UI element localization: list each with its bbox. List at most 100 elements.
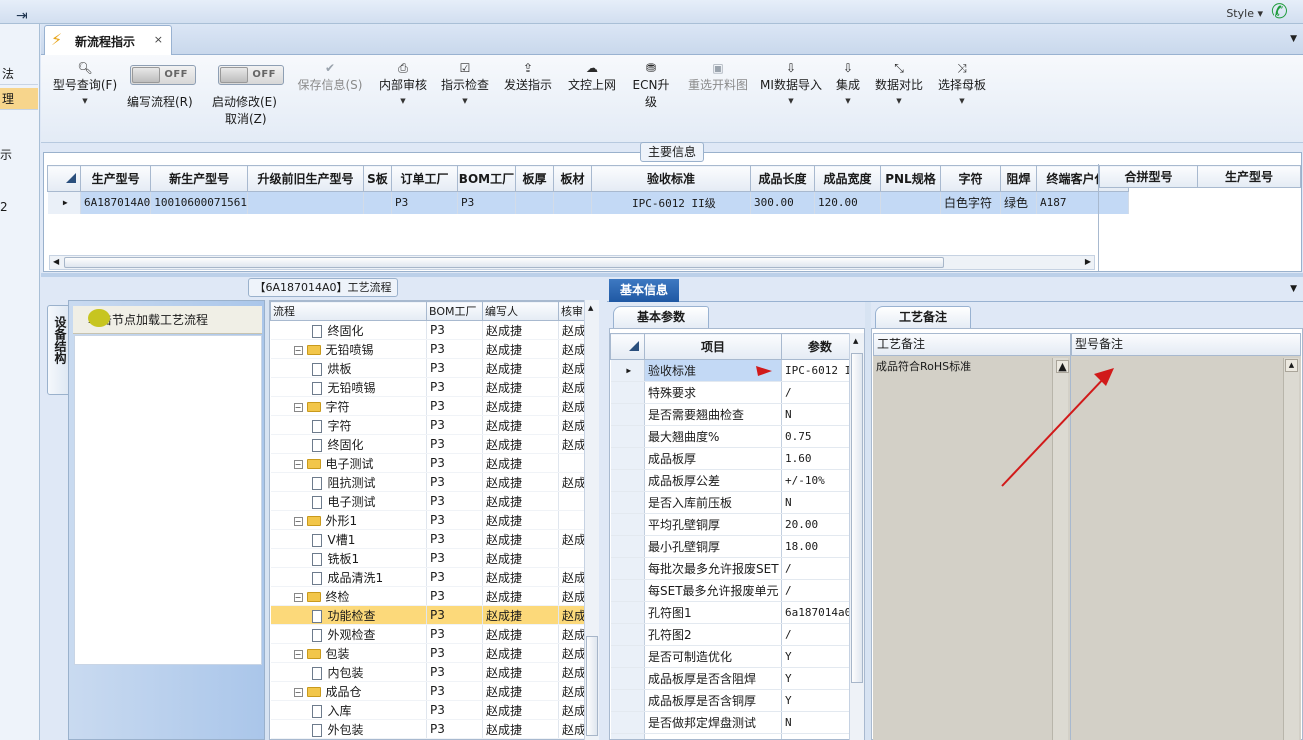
table-cell[interactable]: P3 [426, 510, 483, 530]
col-header[interactable]: 流程 [270, 301, 427, 321]
param-value[interactable]: Y [781, 645, 859, 668]
collapse-icon[interactable]: − [293, 402, 303, 412]
select-master-button[interactable]: ⤨ 选择母板 ▼ [935, 60, 989, 105]
tree-node[interactable]: 铣板1 [270, 548, 427, 568]
tree-node[interactable]: − 外形1 [270, 510, 427, 530]
tab-new-flow-instruction[interactable]: ⚡ 新流程指示 × [44, 25, 172, 55]
col-header[interactable]: 阻焊 [999, 165, 1037, 192]
send-instruction-button[interactable]: ⇪ 发送指示 [501, 60, 555, 93]
table-cell[interactable]: P3 [426, 567, 483, 587]
tree-row[interactable]: − 成品仓 P3 赵成捷 赵成 [270, 681, 589, 701]
tree-row[interactable]: 电子测试 P3 赵成捷 [270, 491, 589, 511]
tree-node[interactable]: − 终检 [270, 586, 427, 606]
table-cell[interactable]: 赵成捷 [482, 339, 559, 359]
table-cell[interactable]: 赵成捷 [482, 434, 559, 454]
arrow-up-icon[interactable]: ▲ [853, 337, 858, 345]
param-value[interactable] [781, 733, 859, 739]
table-cell[interactable]: 赵成捷 [482, 491, 559, 511]
param-row[interactable]: 孔符图1 6a187014a0_ [610, 601, 859, 624]
table-cell[interactable] [247, 191, 364, 214]
param-value[interactable]: N [781, 491, 859, 514]
table-cell[interactable]: P3 [426, 434, 483, 454]
grid-corner[interactable] [610, 333, 645, 360]
tree-row[interactable]: 外观检查 P3 赵成捷 赵成 [270, 624, 589, 644]
tree-node[interactable]: 成品清洗1 [270, 567, 427, 587]
table-cell[interactable]: 赵成捷 [482, 605, 559, 625]
table-cell[interactable]: P3 [426, 700, 483, 720]
left-nav-item[interactable]: 2 [0, 200, 8, 214]
param-name[interactable]: 孔符图2 [644, 623, 782, 646]
param-value[interactable]: 1.60 [781, 447, 859, 470]
table-cell[interactable]: P3 [426, 415, 483, 435]
param-name[interactable]: 是否入库前压板 [644, 491, 782, 514]
table-cell[interactable]: 赵成捷 [482, 377, 559, 397]
tab-basic-params[interactable]: 基本参数 [613, 306, 709, 328]
grid-corner[interactable] [47, 165, 81, 192]
tab-process-remarks[interactable]: 工艺备注 [875, 306, 971, 328]
tab-basic-info[interactable]: 基本信息 [609, 279, 679, 302]
table-cell[interactable] [553, 191, 592, 214]
left-nav-item[interactable]: 法 [0, 63, 38, 85]
param-name[interactable]: 成品板厚 [644, 447, 782, 470]
table-cell[interactable]: P3 [426, 358, 483, 378]
col-header[interactable]: 板厚 [514, 165, 554, 192]
reselect-cut-button[interactable]: ▣ 重选开料图 [685, 60, 751, 93]
col-header[interactable]: PNL规格 [879, 165, 941, 192]
param-value[interactable]: / [781, 623, 859, 646]
param-row[interactable]: 成品板厚是否含铜厚 Y [610, 689, 859, 712]
tree-row[interactable]: 功能检查 P3 赵成捷 赵成 [270, 605, 589, 625]
param-name[interactable]: 特殊要求 [644, 381, 782, 404]
col-header[interactable]: 板材 [552, 165, 592, 192]
param-row[interactable]: 特殊要求 / [610, 381, 859, 404]
table-cell[interactable]: P3 [391, 191, 458, 214]
left-nav-item[interactable]: 示 [0, 146, 12, 163]
table-cell[interactable]: P3 [426, 377, 483, 397]
collapse-icon[interactable]: − [293, 649, 303, 659]
arrow-right-icon[interactable]: ▶ [1085, 257, 1091, 266]
tree-row[interactable]: 阻抗测试 P3 赵成捷 赵成 [270, 472, 589, 492]
param-value[interactable]: Y [781, 667, 859, 690]
tree-node[interactable]: 阻抗测试 [270, 472, 427, 492]
scrollbar-thumb[interactable] [64, 257, 944, 268]
param-name[interactable]: 是否需要翘曲检查 [644, 403, 782, 426]
param-value[interactable]: / [781, 579, 859, 602]
param-value[interactable]: / [781, 557, 859, 580]
horizontal-splitter[interactable] [41, 273, 1303, 277]
param-row[interactable]: 每SET最多允许报废单元 / [610, 579, 859, 602]
table-cell[interactable]: 白色字符 [940, 191, 1001, 214]
table-cell[interactable]: 赵成捷 [482, 662, 559, 682]
param-name[interactable]: 最大翘曲度% [644, 425, 782, 448]
scrollbar-thumb[interactable] [851, 353, 863, 683]
param-name[interactable]: 平均孔壁铜厚 [644, 513, 782, 536]
tree-node[interactable]: − 无铅喷锡 [270, 339, 427, 359]
table-cell[interactable]: P3 [426, 472, 483, 492]
start-edit-toggle[interactable]: OFF [218, 65, 284, 85]
param-row[interactable]: 成品板厚 1.60 [610, 447, 859, 470]
table-cell[interactable]: 赵成捷 [482, 586, 559, 606]
tree-row[interactable]: − 字符 P3 赵成捷 赵成 [270, 396, 589, 416]
table-cell[interactable]: 赵成捷 [482, 643, 559, 663]
tree-row[interactable]: 入库 P3 赵成捷 赵成 [270, 700, 589, 720]
tree-row[interactable]: V槽1 P3 赵成捷 赵成 [270, 529, 589, 549]
param-row[interactable]: 是否做邦定焊盘测试 N [610, 711, 859, 734]
tree-node[interactable]: − 包装 [270, 643, 427, 663]
param-value[interactable]: 6a187014a0_ [781, 601, 859, 624]
param-value[interactable]: 18.00 [781, 535, 859, 558]
col-header[interactable]: 成品长度 [749, 165, 815, 192]
param-name[interactable]: 成品板厚公差 [644, 469, 782, 492]
param-name[interactable]: 是否可制造优化 [644, 645, 782, 668]
tree-node[interactable]: 外观检查 [270, 624, 427, 644]
table-cell[interactable] [363, 191, 392, 214]
param-value[interactable]: IPC-6012 II [781, 359, 859, 382]
table-cell[interactable]: 10010600071561 [150, 191, 248, 214]
arrow-up-icon[interactable]: ▲ [588, 304, 593, 312]
param-row[interactable]: 是否可制造优化 Y [610, 645, 859, 668]
table-cell[interactable]: 6A187014A0 [80, 191, 152, 214]
col-header[interactable]: 升级前旧生产型号 [246, 165, 364, 192]
tree-node[interactable]: 电子测试 [270, 491, 427, 511]
table-cell[interactable]: P3 [426, 529, 483, 549]
param-value[interactable]: N [781, 403, 859, 426]
table-cell[interactable]: P3 [426, 320, 483, 340]
table-cell[interactable]: 赵成捷 [482, 624, 559, 644]
table-cell[interactable]: P3 [426, 643, 483, 663]
